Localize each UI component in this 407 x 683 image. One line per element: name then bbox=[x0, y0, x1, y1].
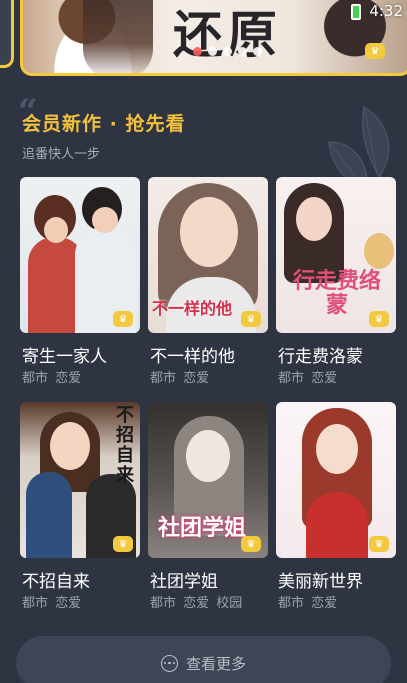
comic-cover[interactable]: 不招自来 ♛ bbox=[20, 402, 140, 558]
crown-icon: ♛ bbox=[241, 536, 261, 552]
comic-card[interactable]: ♛ 寄生一家人 都市 恋爱 bbox=[20, 177, 140, 386]
comic-tags: 都市 恋爱 bbox=[22, 371, 82, 386]
comic-title: 美丽新世界 bbox=[278, 572, 363, 592]
comic-cover[interactable]: 行走费络蒙 ♛ bbox=[276, 177, 396, 333]
comic-card[interactable]: 不一样的他 ♛ 不一样的他 都市 恋爱 bbox=[148, 177, 268, 386]
comic-tags: 都市 恋爱 bbox=[278, 371, 338, 386]
banner-dot[interactable] bbox=[193, 47, 202, 56]
comic-cover[interactable]: ♛ bbox=[20, 177, 140, 333]
comic-title: 社团学姐 bbox=[150, 572, 218, 592]
comic-cover-title: 不一样的他 bbox=[152, 299, 233, 318]
section-title: 会员新作 · 抢先看 bbox=[22, 113, 186, 135]
crown-icon: ♛ bbox=[241, 311, 261, 327]
comic-tags: 都市 恋爱 bbox=[22, 596, 82, 611]
banner-dot[interactable] bbox=[253, 47, 262, 56]
crown-icon: ♛ bbox=[113, 536, 133, 552]
top-banner-carousel[interactable]: 还原 ♛ 4:32 bbox=[0, 0, 407, 82]
banner-art-character-mid bbox=[83, 0, 153, 73]
comic-card[interactable]: 行走费络蒙 ♛ 行走费洛蒙 都市 恋爱 bbox=[276, 177, 396, 386]
crown-icon: ♛ bbox=[113, 311, 133, 327]
banner-dot[interactable] bbox=[208, 47, 217, 56]
view-more-button[interactable]: 查看更多 bbox=[16, 636, 391, 683]
comic-card[interactable]: ♛ 美丽新世界 都市 恋爱 bbox=[276, 402, 396, 611]
comic-cover[interactable]: ♛ bbox=[276, 402, 396, 558]
view-more-label: 查看更多 bbox=[185, 654, 246, 673]
banner-dot[interactable] bbox=[238, 47, 247, 56]
comic-cover-title: 社团学姐 bbox=[158, 515, 247, 541]
banner-card[interactable]: 还原 ♛ bbox=[20, 0, 407, 76]
crown-icon: ♛ bbox=[365, 43, 385, 59]
comic-tags: 都市 恋爱 校园 bbox=[150, 596, 243, 611]
comic-title: 不招自来 bbox=[22, 572, 90, 592]
comic-cover[interactable]: 不一样的他 ♛ bbox=[148, 177, 268, 333]
comic-title: 行走费洛蒙 bbox=[278, 347, 363, 367]
status-time: 4:32 bbox=[369, 2, 403, 20]
more-dots-icon bbox=[160, 654, 178, 672]
battery-icon bbox=[351, 4, 361, 20]
banner-title: 还原 bbox=[173, 5, 281, 64]
comic-tags: 都市 恋爱 bbox=[278, 596, 338, 611]
crown-icon: ♛ bbox=[369, 311, 389, 327]
banner-dot[interactable] bbox=[223, 47, 232, 56]
comic-card[interactable]: 不招自来 ♛ 不招自来 都市 恋爱 bbox=[20, 402, 140, 611]
banner-pagination-dots bbox=[193, 47, 262, 56]
comic-title: 不一样的他 bbox=[150, 347, 235, 367]
banner-prev-card[interactable] bbox=[0, 0, 14, 68]
comic-title: 寄生一家人 bbox=[22, 347, 107, 367]
comic-cover-title: 不招自来 bbox=[116, 405, 134, 486]
comic-card[interactable]: 社团学姐 ♛ 社团学姐 都市 恋爱 校园 bbox=[148, 402, 268, 611]
section-subtitle: 追番快人一步 bbox=[22, 147, 101, 162]
comic-tags: 都市 恋爱 bbox=[150, 371, 210, 386]
crown-icon: ♛ bbox=[369, 536, 389, 552]
comic-cover[interactable]: 社团学姐 ♛ bbox=[148, 402, 268, 558]
comic-cover-title: 行走费络蒙 bbox=[292, 268, 381, 318]
